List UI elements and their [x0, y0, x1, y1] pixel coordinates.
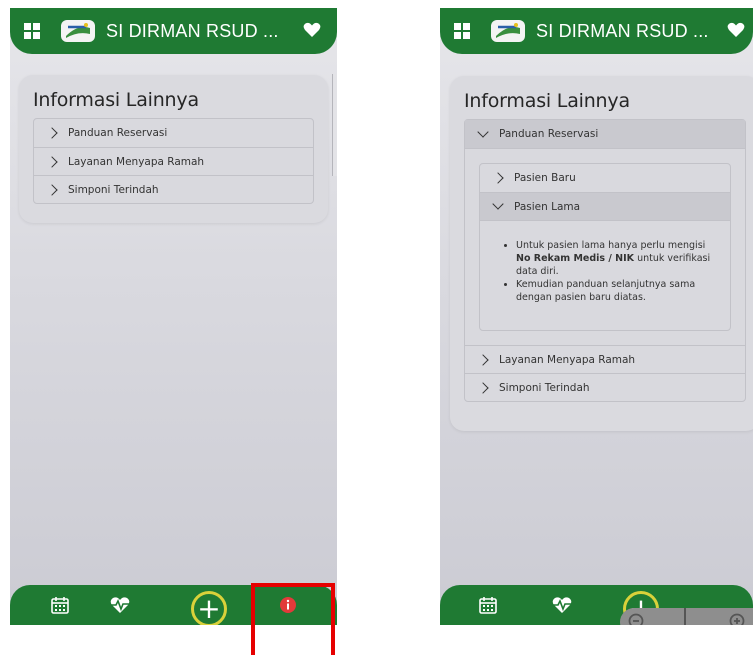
accordion-item-label: Layanan Menyapa Ramah [68, 155, 205, 168]
app-title: SI DIRMAN RSUD ... [106, 20, 279, 41]
heartbeat-icon[interactable] [110, 596, 130, 614]
heartbeat-icon[interactable] [552, 596, 572, 614]
favorite-heart-icon[interactable] [727, 22, 745, 38]
accordion-item-simponi-terindah[interactable]: Simponi Terindah [34, 175, 313, 203]
calendar-icon[interactable] [50, 596, 70, 614]
accordion-item-label: Pasien Baru [514, 172, 576, 184]
left-screen: SI DIRMAN RSUD ... Informasi Lainnya Pan… [10, 8, 337, 625]
zoom-out-icon [628, 613, 644, 625]
zoom-out-button[interactable] [620, 608, 686, 625]
card-heading: Informasi Lainnya [33, 89, 199, 111]
accordion-item-simponi-terindah[interactable]: Simponi Terindah [465, 373, 745, 401]
guide-bullet: Untuk pasien lama hanya perlu mengisi No… [516, 239, 718, 278]
sub-accordion: Pasien Baru Pasien Lama Untuk pasien lam… [479, 163, 731, 331]
guide-bullet: Kemudian panduan selanjutnya sama dengan… [516, 278, 718, 304]
chevron-right-icon [46, 127, 58, 139]
accordion-item-panduan-reservasi[interactable]: Panduan Reservasi [34, 119, 313, 147]
calendar-icon[interactable] [478, 596, 498, 614]
accordion-panel: Pasien Baru Pasien Lama Untuk pasien lam… [465, 148, 745, 345]
accordion: Panduan Reservasi Pasien Baru Pasien Lam… [464, 119, 746, 402]
menu-grid-icon[interactable] [454, 23, 470, 39]
sub-accordion-item-pasien-baru[interactable]: Pasien Baru [480, 164, 730, 192]
add-fab-button[interactable]: + [191, 591, 227, 625]
zoom-control [620, 608, 753, 625]
card-heading: Informasi Lainnya [464, 90, 630, 112]
chevron-right-icon [492, 172, 504, 184]
accordion-item-layanan-menyapa-ramah[interactable]: Layanan Menyapa Ramah [465, 345, 745, 373]
accordion-item-label: Panduan Reservasi [499, 128, 599, 140]
accordion-item-label: Simponi Terindah [499, 381, 590, 394]
zoom-in-icon [729, 613, 745, 625]
accordion-item-panduan-reservasi[interactable]: Panduan Reservasi [465, 120, 745, 148]
highlight-box [251, 583, 335, 655]
chevron-right-icon [46, 155, 58, 168]
info-card: Informasi Lainnya Panduan Reservasi Laya… [19, 75, 328, 223]
accordion-item-layanan-menyapa-ramah[interactable]: Layanan Menyapa Ramah [34, 147, 313, 175]
app-title: SI DIRMAN RSUD ... [536, 20, 709, 41]
right-screen: SI DIRMAN RSUD ... Informasi Lainnya Pan… [440, 8, 753, 625]
accordion: Panduan Reservasi Layanan Menyapa Ramah … [33, 118, 314, 204]
chevron-right-icon [477, 353, 489, 366]
chevron-right-icon [46, 183, 58, 196]
scrollbar[interactable] [332, 74, 337, 176]
top-app-bar: SI DIRMAN RSUD ... [10, 8, 337, 54]
favorite-heart-icon[interactable] [303, 22, 321, 38]
add-icon: + [197, 592, 221, 625]
pasien-lama-panel: Untuk pasien lama hanya perlu mengisi No… [480, 220, 730, 330]
menu-grid-icon[interactable] [24, 23, 40, 39]
chevron-down-icon [492, 198, 504, 210]
accordion-item-label: Layanan Menyapa Ramah [499, 353, 636, 366]
app-logo [61, 20, 95, 42]
chevron-right-icon [477, 381, 489, 394]
chevron-down-icon [477, 125, 489, 138]
sub-accordion-item-pasien-lama[interactable]: Pasien Lama [480, 192, 730, 220]
accordion-item-label: Panduan Reservasi [68, 127, 168, 139]
top-app-bar: SI DIRMAN RSUD ... [440, 8, 753, 54]
info-card: Informasi Lainnya Panduan Reservasi Pasi… [450, 76, 753, 431]
app-logo [491, 20, 525, 42]
accordion-item-label: Pasien Lama [514, 200, 581, 213]
accordion-item-label: Simponi Terindah [68, 183, 159, 196]
zoom-in-button[interactable] [686, 608, 753, 625]
